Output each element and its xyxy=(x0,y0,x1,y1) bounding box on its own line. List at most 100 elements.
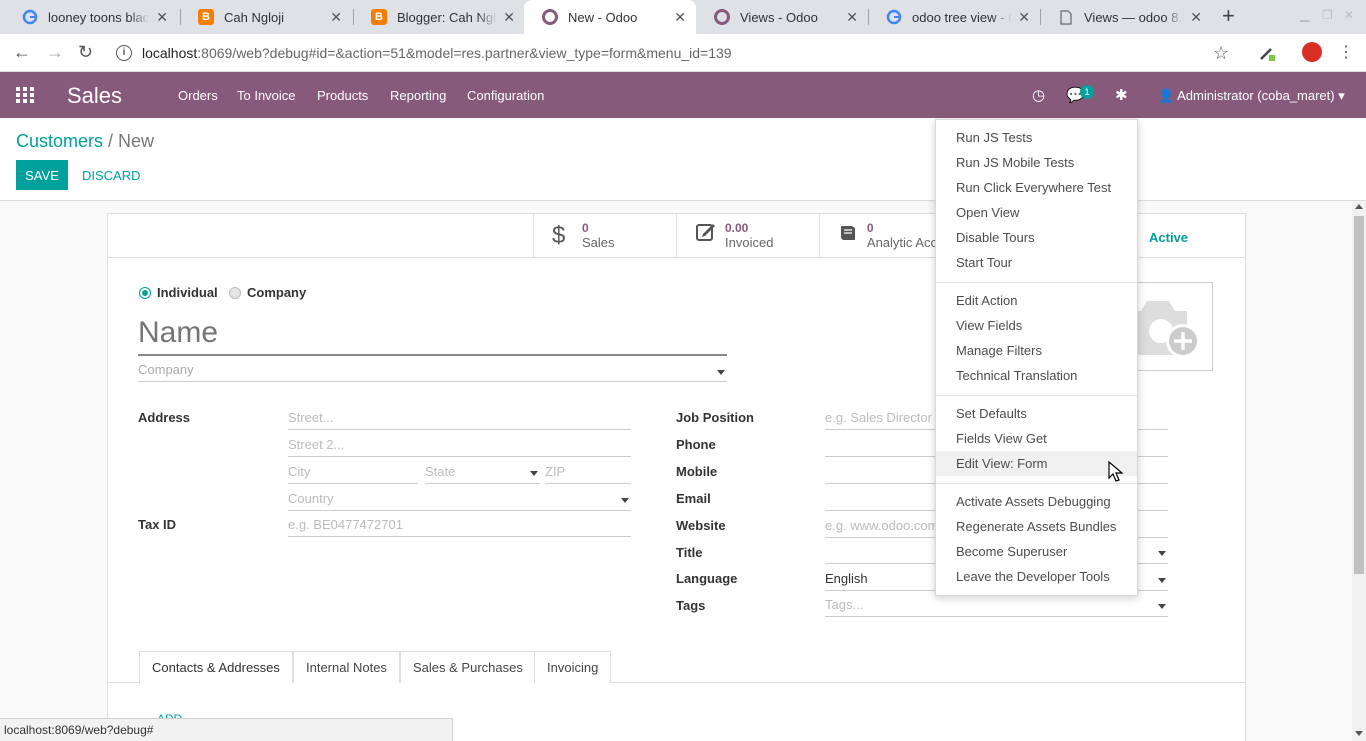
user-menu[interactable]: 👤 Administrator (coba_maret) ▾ xyxy=(1158,88,1345,104)
radio-company[interactable]: Company xyxy=(229,285,306,300)
browser-tab[interactable]: odoo tree view - Go ✕ xyxy=(868,0,1040,34)
apps-grid-icon[interactable] xyxy=(16,87,34,103)
menu-item-set-defaults[interactable]: Set Defaults xyxy=(936,401,1137,426)
browser-tab[interactable]: B Blogger: Cah Ngloji ✕ xyxy=(353,0,525,34)
menu-configuration[interactable]: Configuration xyxy=(467,88,544,103)
menu-item-view-fields[interactable]: View Fields xyxy=(936,313,1137,338)
close-icon[interactable]: ✕ xyxy=(674,9,686,26)
reload-icon[interactable]: ↻ xyxy=(78,42,93,62)
forward-icon[interactable]: → xyxy=(46,42,64,62)
menu-item-regenerate-assets[interactable]: Regenerate Assets Bundles xyxy=(936,514,1137,539)
breadcrumb-separator: / xyxy=(108,131,114,151)
menu-item-start-tour[interactable]: Start Tour xyxy=(936,250,1137,275)
placeholder: Country xyxy=(288,491,334,506)
discard-button[interactable]: DISCARD xyxy=(76,160,147,190)
minimize-icon[interactable]: ▁ xyxy=(1300,8,1309,22)
menu-item-run-click-everywhere[interactable]: Run Click Everywhere Test xyxy=(936,175,1137,200)
menu-reporting[interactable]: Reporting xyxy=(390,88,446,103)
back-icon[interactable]: ← xyxy=(13,42,31,62)
caret-down-icon: ▾ xyxy=(1338,88,1345,103)
bookmark-star-icon[interactable]: ☆ xyxy=(1213,43,1229,64)
menu-item-leave-developer-tools[interactable]: Leave the Developer Tools xyxy=(936,564,1137,589)
dollar-icon: $ xyxy=(552,221,566,249)
scroll-down-icon[interactable] xyxy=(1355,731,1363,736)
info-icon[interactable]: i xyxy=(116,45,132,61)
menu-item-activate-assets-debugging[interactable]: Activate Assets Debugging xyxy=(936,489,1137,514)
state-select[interactable]: State xyxy=(425,464,540,484)
blogger-icon: B xyxy=(198,9,214,25)
restore-icon[interactable]: ❐ xyxy=(1322,8,1333,22)
company-field[interactable]: Company xyxy=(138,362,727,382)
placeholder: Street 2... xyxy=(288,437,345,452)
tab-invoicing[interactable]: Invoicing xyxy=(534,651,612,683)
street-input[interactable]: Street... xyxy=(288,410,631,430)
menu-item-run-js-mobile-tests[interactable]: Run JS Mobile Tests xyxy=(936,150,1137,175)
menu-item-open-view[interactable]: Open View xyxy=(936,200,1137,225)
country-select[interactable]: Country xyxy=(288,491,631,511)
bug-icon[interactable]: ✱ xyxy=(1115,86,1128,104)
save-button[interactable]: SAVE xyxy=(16,160,68,190)
url-field[interactable]: i localhost:8069/web?debug#id=&action=51… xyxy=(110,39,1240,67)
tab-title: odoo tree view - Go xyxy=(912,9,1012,25)
invoiced-stat-button[interactable]: 0.00 Invoiced xyxy=(676,213,819,258)
tab-internal-notes[interactable]: Internal Notes xyxy=(293,651,400,683)
scroll-up-icon[interactable] xyxy=(1355,204,1363,209)
close-icon[interactable]: ✕ xyxy=(846,9,858,26)
extension-icon[interactable] xyxy=(1258,44,1276,62)
clock-icon[interactable]: ◷ xyxy=(1032,86,1045,104)
odoo-icon xyxy=(542,9,558,25)
avatar[interactable] xyxy=(1302,42,1322,62)
tags-input[interactable]: Tags... xyxy=(825,597,1168,617)
close-icon[interactable]: ✕ xyxy=(503,9,515,26)
tab-contacts-addresses[interactable]: Contacts & Addresses xyxy=(139,651,293,684)
menu-item-run-js-tests[interactable]: Run JS Tests xyxy=(936,125,1137,150)
radio-label: Company xyxy=(247,285,307,300)
title-label: Title xyxy=(676,545,703,560)
menu-item-fields-view-get[interactable]: Fields View Get xyxy=(936,426,1137,451)
close-icon[interactable]: ✕ xyxy=(156,9,168,26)
menu-item-disable-tours[interactable]: Disable Tours xyxy=(936,225,1137,250)
menu-to-invoice[interactable]: To Invoice xyxy=(237,88,296,103)
placeholder: City xyxy=(288,464,311,479)
street2-input[interactable]: Street 2... xyxy=(288,437,631,457)
browser-tab-active[interactable]: New - Odoo ✕ xyxy=(524,0,696,34)
tags-label: Tags xyxy=(676,598,706,613)
browser-menu-icon[interactable]: ⋮ xyxy=(1338,42,1354,62)
close-icon[interactable]: ✕ xyxy=(330,9,342,26)
browser-tab[interactable]: Views - Odoo ✕ xyxy=(696,0,868,34)
city-input[interactable]: City xyxy=(288,464,418,484)
menu-orders[interactable]: Orders xyxy=(178,88,218,103)
breadcrumb-customers[interactable]: Customers xyxy=(16,131,103,151)
stat-value: 0 xyxy=(582,221,589,235)
close-icon[interactable]: ✕ xyxy=(1190,9,1202,26)
sales-stat-button[interactable]: $ 0 Sales xyxy=(533,213,676,258)
app-brand[interactable]: Sales xyxy=(67,83,122,109)
browser-tab[interactable]: B Cah Ngloji ✕ xyxy=(180,0,352,34)
menu-item-manage-filters[interactable]: Manage Filters xyxy=(936,338,1137,363)
mobile-label: Mobile xyxy=(676,464,718,479)
menu-item-edit-action[interactable]: Edit Action xyxy=(936,288,1137,313)
tab-title: looney toons black xyxy=(48,9,151,25)
scrollbar-thumb[interactable] xyxy=(1354,216,1364,574)
menu-item-technical-translation[interactable]: Technical Translation xyxy=(936,363,1137,388)
tab-sales-purchases[interactable]: Sales & Purchases xyxy=(400,651,536,683)
radio-individual[interactable]: Individual xyxy=(139,285,218,300)
menu-item-edit-view-form[interactable]: Edit View: Form xyxy=(936,451,1137,476)
taxid-input[interactable]: e.g. BE0477472701 xyxy=(288,517,631,537)
new-tab-button[interactable]: + xyxy=(1222,4,1235,28)
breadcrumb: Customers / New xyxy=(16,131,154,152)
taxid-label: Tax ID xyxy=(138,517,177,532)
caret-down-icon xyxy=(717,370,725,375)
active-toggle-label[interactable]: Active xyxy=(1149,230,1188,245)
menu-products[interactable]: Products xyxy=(317,88,368,103)
name-input[interactable] xyxy=(138,312,727,356)
close-icon[interactable]: ✕ xyxy=(1018,9,1030,26)
placeholder: Company xyxy=(138,362,194,377)
mouse-cursor-icon xyxy=(1108,461,1124,482)
menu-item-become-superuser[interactable]: Become Superuser xyxy=(936,539,1137,564)
zip-input[interactable]: ZIP xyxy=(545,464,631,484)
browser-tab[interactable]: looney toons black ✕ xyxy=(4,0,178,34)
analytic-stat-button[interactable]: 0 Analytic Acc xyxy=(819,213,937,258)
window-close-icon[interactable]: ✕ xyxy=(1344,8,1354,22)
browser-tab[interactable]: Views — odoo 8.0 d ✕ xyxy=(1040,0,1212,34)
